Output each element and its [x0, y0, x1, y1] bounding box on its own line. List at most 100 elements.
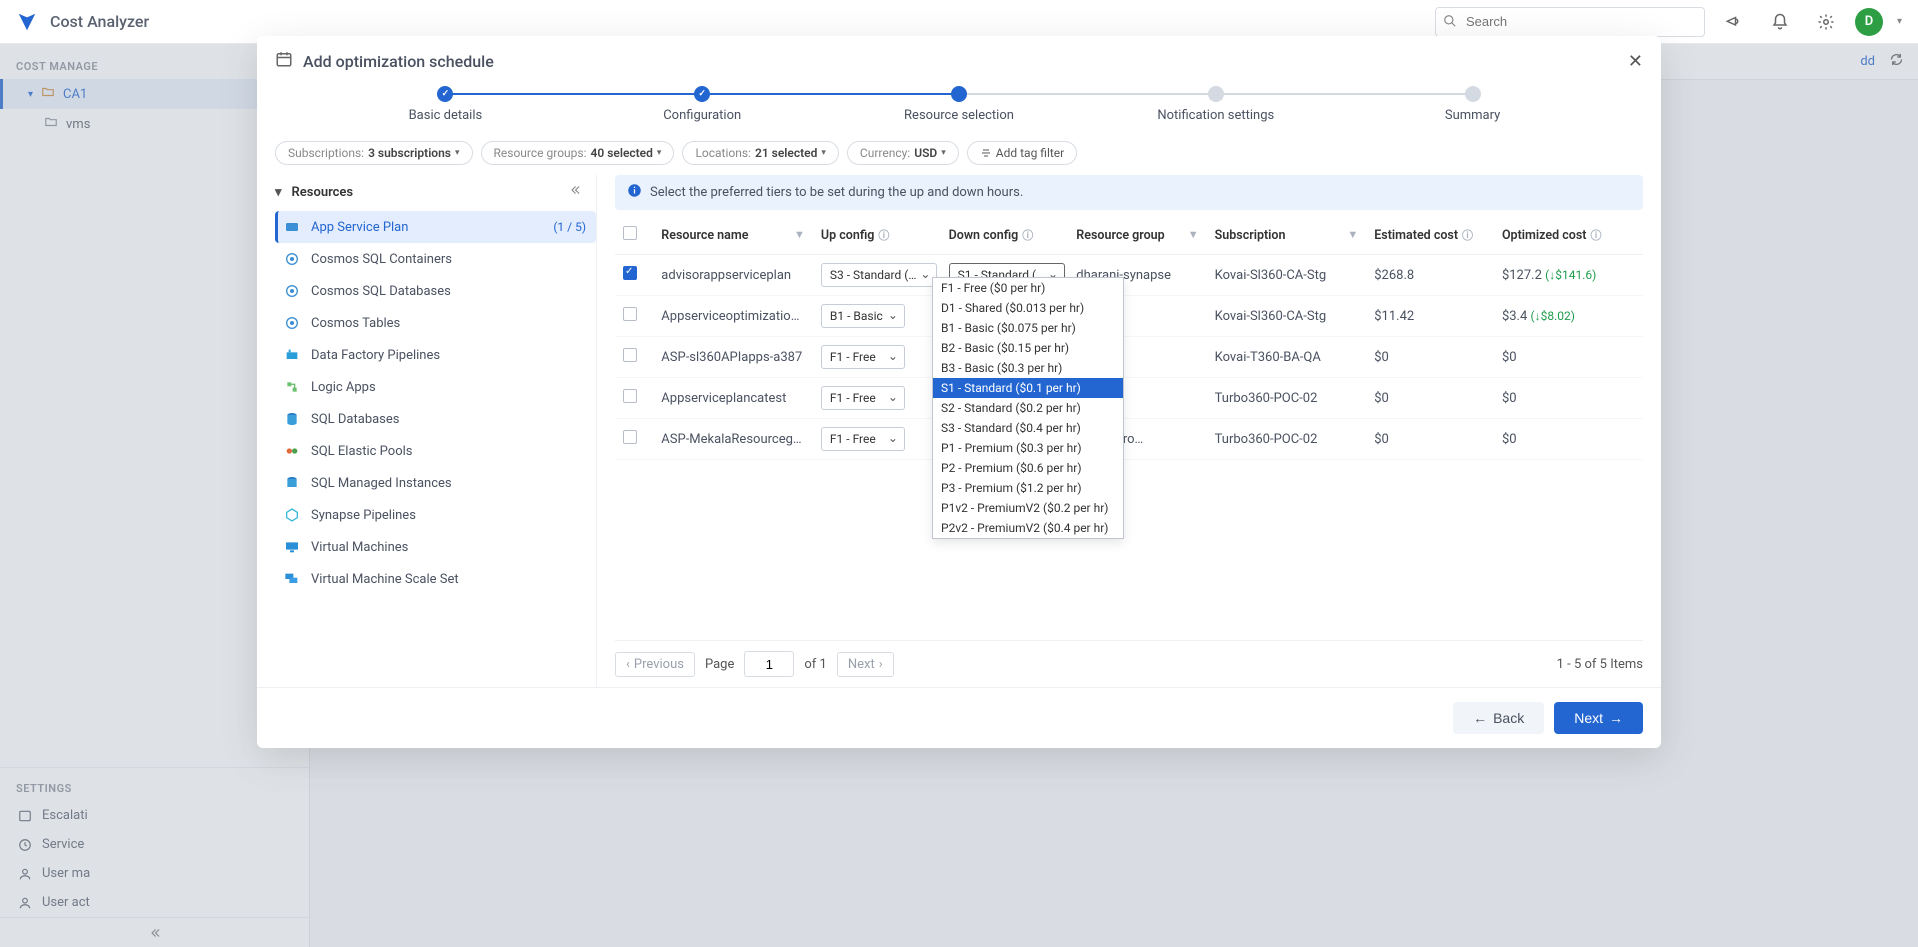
- resource-type-item[interactable]: SQL Databases: [275, 403, 596, 435]
- resource-name-cell: ASP-MekalaResourcegro…: [653, 419, 813, 460]
- step-dot[interactable]: [437, 86, 453, 102]
- dropdown-option[interactable]: F1 - Free ($0 per hr): [933, 278, 1123, 298]
- next-button[interactable]: Next ›: [837, 652, 894, 677]
- info-icon[interactable]: ⓘ: [1462, 229, 1473, 242]
- dropdown-option[interactable]: P3v2 - PremiumV2 ($0.8 per hr): [933, 538, 1123, 539]
- up-config-select[interactable]: B1 - Basic: [821, 304, 905, 328]
- stepper: Basic details Configuration Resource sel…: [257, 86, 1661, 141]
- settings-icon[interactable]: [1809, 5, 1843, 39]
- resource-type-item[interactable]: Cosmos SQL Databases: [275, 275, 596, 307]
- up-config-select[interactable]: S3 - Standard (…: [821, 263, 937, 287]
- step-dot[interactable]: [951, 86, 967, 102]
- collapse-panel-icon[interactable]: [568, 183, 582, 201]
- step-dot[interactable]: [1465, 86, 1481, 102]
- optimized-cost-cell: $0: [1494, 419, 1643, 460]
- dropdown-option[interactable]: P2 - Premium ($0.6 per hr): [933, 458, 1123, 478]
- close-icon[interactable]: ✕: [1628, 51, 1643, 72]
- estimated-cost-cell: $0: [1366, 378, 1494, 419]
- estimated-cost-cell: $268.8: [1366, 255, 1494, 296]
- info-icon[interactable]: ⓘ: [1590, 229, 1601, 242]
- chevron-down-icon[interactable]: ▾: [275, 185, 282, 200]
- page-input[interactable]: [744, 651, 794, 677]
- optimized-cost-cell: $127.2 (↓$141.6): [1494, 255, 1643, 296]
- chevron-down-icon[interactable]: ▾: [1897, 16, 1902, 27]
- chip-resource-groups[interactable]: Resource groups: 40 selected▾: [481, 141, 675, 165]
- step-dot[interactable]: [694, 86, 710, 102]
- resources-table: Resource name▼ Up configⓘ Down configⓘ R…: [615, 216, 1643, 460]
- table-row: ASP-sl360APIapps-a387 F1 - Free ps Kovai…: [615, 337, 1643, 378]
- resource-type-item[interactable]: Cosmos SQL Containers: [275, 243, 596, 275]
- row-checkbox[interactable]: [623, 430, 637, 444]
- up-config-select[interactable]: F1 - Free: [821, 427, 905, 451]
- resource-type-item[interactable]: SQL Managed Instances: [275, 467, 596, 499]
- avatar[interactable]: D: [1855, 8, 1883, 36]
- optimized-cost-cell: $3.4 (↓$8.02): [1494, 296, 1643, 337]
- chip-locations[interactable]: Locations: 21 selected▾: [682, 141, 838, 165]
- filter-icon[interactable]: ▼: [1347, 228, 1358, 241]
- next-button[interactable]: Next →: [1554, 702, 1643, 734]
- row-checkbox[interactable]: [623, 389, 637, 403]
- chip-add-tag[interactable]: Add tag filter: [967, 141, 1077, 165]
- vmss-icon: [283, 570, 301, 588]
- dropdown-option[interactable]: P1v2 - PremiumV2 ($0.2 per hr): [933, 498, 1123, 518]
- resource-type-item[interactable]: SQL Elastic Pools: [275, 435, 596, 467]
- back-button[interactable]: ← Back: [1453, 702, 1544, 734]
- chip-subscriptions[interactable]: Subscriptions: 3 subscriptions▾: [275, 141, 473, 165]
- resource-type-item[interactable]: Data Factory Pipelines: [275, 339, 596, 371]
- resource-type-item[interactable]: Logic Apps: [275, 371, 596, 403]
- filter-icon[interactable]: ▼: [794, 228, 805, 241]
- filter-icon[interactable]: ▼: [1188, 228, 1199, 241]
- resource-type-item[interactable]: Virtual Machines: [275, 531, 596, 563]
- dropdown-option[interactable]: P3 - Premium ($1.2 per hr): [933, 478, 1123, 498]
- cosmos-icon: [283, 282, 301, 300]
- info-icon[interactable]: ⓘ: [878, 229, 889, 242]
- logo-icon: [16, 11, 38, 33]
- resource-type-item[interactable]: Synapse Pipelines: [275, 499, 596, 531]
- search-icon: [1443, 14, 1457, 32]
- cosmos-icon: [283, 250, 301, 268]
- info-banner: Select the preferred tiers to be set dur…: [615, 175, 1643, 210]
- resource-name-cell: advisorappserviceplan: [653, 255, 813, 296]
- table-row: advisorappserviceplan S3 - Standard (… S…: [615, 255, 1643, 296]
- global-search[interactable]: [1435, 7, 1705, 37]
- synapse-icon: [283, 506, 301, 524]
- row-checkbox[interactable]: [623, 307, 637, 321]
- up-config-select[interactable]: F1 - Free: [821, 386, 905, 410]
- up-config-select[interactable]: F1 - Free: [821, 345, 905, 369]
- estimated-cost-cell: $0: [1366, 419, 1494, 460]
- cosmos-icon: [283, 314, 301, 332]
- pagination: ‹ Previous Page of 1 Next › 1 - 5 of 5 I…: [615, 640, 1643, 687]
- subscription-cell: Turbo360-POC-02: [1207, 378, 1367, 419]
- announcements-icon[interactable]: [1717, 5, 1751, 39]
- tier-dropdown[interactable]: F1 - Free ($0 per hr)D1 - Shared ($0.013…: [932, 277, 1124, 539]
- step-dot[interactable]: [1208, 86, 1224, 102]
- chip-currency[interactable]: Currency: USD▾: [847, 141, 959, 165]
- row-checkbox[interactable]: [623, 266, 637, 280]
- dropdown-option[interactable]: S3 - Standard ($0.4 per hr): [933, 418, 1123, 438]
- sqlmi-icon: [283, 474, 301, 492]
- resource-type-item[interactable]: Virtual Machine Scale Set: [275, 563, 596, 595]
- dropdown-option[interactable]: B2 - Basic ($0.15 per hr): [933, 338, 1123, 358]
- search-input[interactable]: [1435, 7, 1705, 37]
- prev-button[interactable]: ‹ Previous: [615, 652, 695, 677]
- subscription-cell: Turbo360-POC-02: [1207, 419, 1367, 460]
- checkbox-all[interactable]: [623, 226, 637, 240]
- resource-type-item[interactable]: Cosmos Tables: [275, 307, 596, 339]
- modal-backdrop: Add optimization schedule ✕ Basic detail…: [0, 44, 1918, 947]
- dropdown-option[interactable]: P2v2 - PremiumV2 ($0.4 per hr): [933, 518, 1123, 538]
- dropdown-option[interactable]: P1 - Premium ($0.3 per hr): [933, 438, 1123, 458]
- table-row: Appserviceplancatest F1 - Free Turbo360-…: [615, 378, 1643, 419]
- notifications-icon[interactable]: [1763, 5, 1797, 39]
- modal-footer: ← Back Next →: [257, 687, 1661, 748]
- dropdown-option[interactable]: S1 - Standard ($0.1 per hr): [933, 378, 1123, 398]
- dropdown-option[interactable]: B3 - Basic ($0.3 per hr): [933, 358, 1123, 378]
- app-title: Cost Analyzer: [50, 12, 149, 31]
- resource-type-item[interactable]: App Service Plan (1 / 5): [275, 211, 596, 243]
- resource-name-cell: ASP-sl360APIapps-a387: [653, 337, 813, 378]
- info-icon[interactable]: ⓘ: [1022, 229, 1033, 242]
- dropdown-option[interactable]: D1 - Shared ($0.013 per hr): [933, 298, 1123, 318]
- row-checkbox[interactable]: [623, 348, 637, 362]
- datafactory-icon: [283, 346, 301, 364]
- dropdown-option[interactable]: B1 - Basic ($0.075 per hr): [933, 318, 1123, 338]
- dropdown-option[interactable]: S2 - Standard ($0.2 per hr): [933, 398, 1123, 418]
